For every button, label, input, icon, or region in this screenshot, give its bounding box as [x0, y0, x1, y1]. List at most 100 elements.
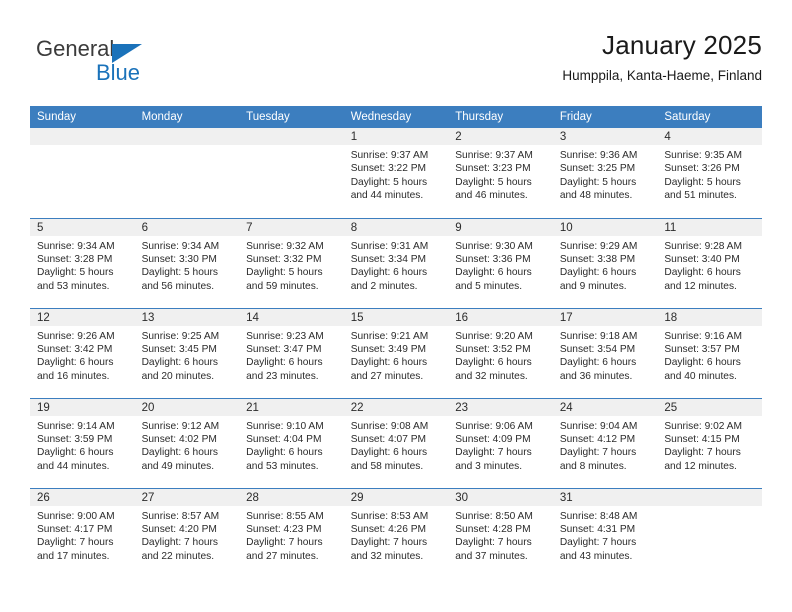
day-detail-line: Sunset: 3:36 PM	[455, 253, 531, 265]
day-detail-text	[30, 145, 135, 149]
day-detail-line: Daylight: 6 hours	[141, 447, 219, 459]
day-detail-line: Sunrise: 9:08 AM	[350, 420, 429, 432]
day-detail-line: Daylight: 6 hours	[664, 267, 741, 279]
calendar-day-cell-6[interactable]: 6 Sunrise: 9:34 AM Sunset: 3:30 PM Daylight…	[134, 217, 240, 308]
calendar-day-cell-26[interactable]: 26 Sunrise: 9:00 AM Sunset: 4:17 PM Dayligh…	[30, 487, 135, 578]
day-detail-line: Sunrise: 9:26 AM	[37, 330, 115, 342]
day-detail-line: Sunset: 4:09 PM	[455, 433, 531, 445]
day-detail-line: and 20 minutes.	[141, 370, 215, 382]
day-detail-line: and 56 minutes.	[141, 280, 215, 292]
calendar-day-cell-14[interactable]: 14 Sunrise: 9:23 AM Sunset: 3:47 PM Dayligh…	[239, 307, 344, 398]
day-detail-line: Sunrise: 9:36 AM	[559, 150, 638, 161]
day-detail-line: Sunset: 4:31 PM	[559, 523, 636, 535]
day-detail-line: and 36 minutes.	[559, 370, 633, 382]
weekday-header-friday: Friday	[552, 106, 658, 128]
day-detail-line: Sunset: 4:07 PM	[350, 433, 427, 445]
page-subtitle: Humppila, Kanta-Haeme, Finland	[562, 68, 762, 83]
day-detail-text: Sunrise: 9:34 AM Sunset: 3:28 PM Daylight:…	[30, 236, 135, 294]
day-number: 30	[448, 488, 553, 506]
day-number	[239, 128, 344, 145]
calendar-day-cell-13[interactable]: 13 Sunrise: 9:25 AM Sunset: 3:45 PM Dayligh…	[134, 307, 240, 398]
day-detail-line: and 12 minutes.	[664, 280, 737, 292]
day-number: 11	[657, 218, 762, 236]
sunrise-sunset-calendar-table: Sunday Monday Tuesday Wednesday Thursday Frid…	[30, 106, 762, 578]
day-detail-line: Sunset: 3:30 PM	[141, 253, 217, 265]
day-number: 14	[239, 308, 344, 326]
page-title: January 2025	[602, 30, 762, 60]
calendar-day-cell-23[interactable]: 23 Sunrise: 9:06 AM Sunset: 4:09 PM Dayligh…	[448, 397, 553, 488]
day-detail-line: Daylight: 5 hours	[141, 267, 219, 279]
calendar-day-cell-15[interactable]: 15 Sunrise: 9:21 AM Sunset: 3:49 PM Dayligh…	[343, 307, 449, 398]
calendar-day-cell-29[interactable]: 29 Sunrise: 8:53 AM Sunset: 4:26 PM Dayligh…	[343, 487, 449, 578]
day-detail-line: Daylight: 7 hours	[455, 537, 532, 549]
day-detail-line: Sunset: 4:15 PM	[664, 433, 740, 445]
day-detail-line: Sunrise: 9:16 AM	[664, 330, 742, 342]
calendar-day-cell-25[interactable]: 25 Sunrise: 9:02 AM Sunset: 4:15 PM Dayligh…	[657, 397, 762, 488]
calendar-day-cell-9[interactable]: 9 Sunrise: 9:30 AM Sunset: 3:36 PM Daylight…	[448, 217, 553, 308]
day-detail-line: Sunrise: 9:32 AM	[246, 240, 324, 252]
calendar-day-cell-12[interactable]: 12 Sunrise: 9:26 AM Sunset: 3:42 PM Dayligh…	[30, 307, 135, 398]
calendar-day-cell-17[interactable]: 17 Sunrise: 9:18 AM Sunset: 3:54 PM Dayligh…	[552, 307, 658, 398]
day-detail-text	[135, 145, 240, 149]
weekday-header-wednesday: Wednesday	[343, 106, 449, 128]
day-number: 22	[343, 398, 449, 416]
day-number: 21	[239, 398, 344, 416]
calendar-day-cell-21[interactable]: 21 Sunrise: 9:10 AM Sunset: 4:04 PM Dayligh…	[239, 397, 344, 488]
day-detail-line: Daylight: 5 hours	[559, 176, 637, 188]
day-detail-text: Sunrise: 9:12 AM Sunset: 4:02 PM Daylight:…	[135, 416, 240, 474]
day-number: 12	[30, 308, 135, 326]
calendar-day-cell-18[interactable]: 18 Sunrise: 9:16 AM Sunset: 3:57 PM Dayligh…	[657, 307, 762, 398]
general-blue-logo[interactable]: General Blue	[36, 36, 256, 92]
calendar-day-cell-10[interactable]: 10 Sunrise: 9:29 AM Sunset: 3:38 PM Dayligh…	[552, 217, 658, 308]
calendar-day-cell-4[interactable]: 4 Sunrise: 9:35 AM Sunset: 3:26 PM Daylight…	[657, 128, 762, 218]
day-detail-line: Sunrise: 9:35 AM	[664, 150, 742, 161]
day-detail-text: Sunrise: 9:20 AM Sunset: 3:52 PM Daylight:…	[448, 326, 553, 384]
day-detail-line: Sunset: 3:25 PM	[559, 163, 636, 175]
calendar-day-cell-20[interactable]: 20 Sunrise: 9:12 AM Sunset: 4:02 PM Dayligh…	[134, 397, 240, 488]
day-detail-line: Sunrise: 9:12 AM	[141, 420, 220, 432]
day-detail-line: Sunrise: 9:18 AM	[559, 330, 638, 342]
calendar-day-cell-1[interactable]: 1 Sunrise: 9:37 AM Sunset: 3:22 PM Daylight…	[343, 128, 449, 218]
calendar-body: 1 Sunrise: 9:37 AM Sunset: 3:22 PM Daylight…	[30, 128, 762, 578]
day-detail-line: Daylight: 6 hours	[559, 267, 637, 279]
day-detail-line: Sunrise: 8:48 AM	[559, 510, 638, 522]
calendar-day-cell-31[interactable]: 31 Sunrise: 8:48 AM Sunset: 4:31 PM Dayligh…	[552, 487, 658, 578]
day-detail-line: Sunset: 4:12 PM	[559, 433, 636, 445]
calendar-day-cell-7[interactable]: 7 Sunrise: 9:32 AM Sunset: 3:32 PM Daylight…	[239, 217, 344, 308]
day-number: 6	[134, 218, 240, 236]
day-number: 20	[134, 398, 240, 416]
day-detail-text: Sunrise: 9:23 AM Sunset: 3:47 PM Daylight:…	[239, 326, 344, 384]
calendar-day-cell-11[interactable]: 11 Sunrise: 9:28 AM Sunset: 3:40 PM Dayligh…	[657, 217, 762, 308]
day-detail-line: Sunrise: 8:50 AM	[455, 510, 533, 522]
day-detail-line: and 32 minutes.	[455, 370, 528, 382]
calendar-day-cell-28[interactable]: 28 Sunrise: 8:55 AM Sunset: 4:23 PM Dayligh…	[239, 487, 344, 578]
day-detail-line: Sunset: 3:57 PM	[664, 343, 740, 355]
calendar-day-cell-5[interactable]: 5 Sunrise: 9:34 AM Sunset: 3:28 PM Daylight…	[30, 217, 135, 308]
calendar-day-cell-3[interactable]: 3 Sunrise: 9:36 AM Sunset: 3:25 PM Daylight…	[552, 128, 658, 218]
day-detail-text: Sunrise: 8:50 AM Sunset: 4:28 PM Daylight:…	[448, 506, 553, 564]
calendar-day-cell-27[interactable]: 27 Sunrise: 8:57 AM Sunset: 4:20 PM Dayligh…	[134, 487, 240, 578]
day-detail-text: Sunrise: 9:32 AM Sunset: 3:32 PM Daylight:…	[239, 236, 344, 294]
day-number: 2	[448, 128, 553, 145]
day-number: 1	[343, 128, 449, 145]
title-block: January 2025 Humppila, Kanta-Haeme, Finl…	[562, 28, 762, 86]
calendar-day-cell-2[interactable]: 2 Sunrise: 9:37 AM Sunset: 3:23 PM Daylight…	[448, 128, 553, 218]
day-detail-line: Sunrise: 9:29 AM	[559, 240, 638, 252]
day-number: 19	[30, 398, 135, 416]
day-detail-line: Daylight: 7 hours	[559, 447, 637, 459]
calendar-day-cell-22[interactable]: 22 Sunrise: 9:08 AM Sunset: 4:07 PM Dayligh…	[343, 397, 449, 488]
day-number: 25	[657, 398, 762, 416]
day-number	[134, 128, 240, 145]
calendar-day-cell-24[interactable]: 24 Sunrise: 9:04 AM Sunset: 4:12 PM Dayligh…	[552, 397, 658, 488]
calendar-day-cell-8[interactable]: 8 Sunrise: 9:31 AM Sunset: 3:34 PM Daylight…	[343, 217, 449, 308]
calendar-week-row: 1 Sunrise: 9:37 AM Sunset: 3:22 PM Daylight…	[30, 128, 762, 218]
day-detail-text	[657, 506, 762, 510]
day-detail-text: Sunrise: 9:36 AM Sunset: 3:25 PM Daylight:…	[553, 145, 658, 203]
day-detail-line: Daylight: 7 hours	[350, 537, 428, 549]
day-detail-line: Sunrise: 9:04 AM	[559, 420, 638, 432]
calendar-day-cell-30[interactable]: 30 Sunrise: 8:50 AM Sunset: 4:28 PM Dayligh…	[448, 487, 553, 578]
calendar-page: General Blue January 2025 Humppila, Kant…	[0, 0, 792, 612]
day-detail-line: Sunrise: 9:31 AM	[350, 240, 429, 252]
calendar-day-cell-19[interactable]: 19 Sunrise: 9:14 AM Sunset: 3:59 PM Dayligh…	[30, 397, 135, 488]
calendar-day-cell-16[interactable]: 16 Sunrise: 9:20 AM Sunset: 3:52 PM Dayligh…	[448, 307, 553, 398]
